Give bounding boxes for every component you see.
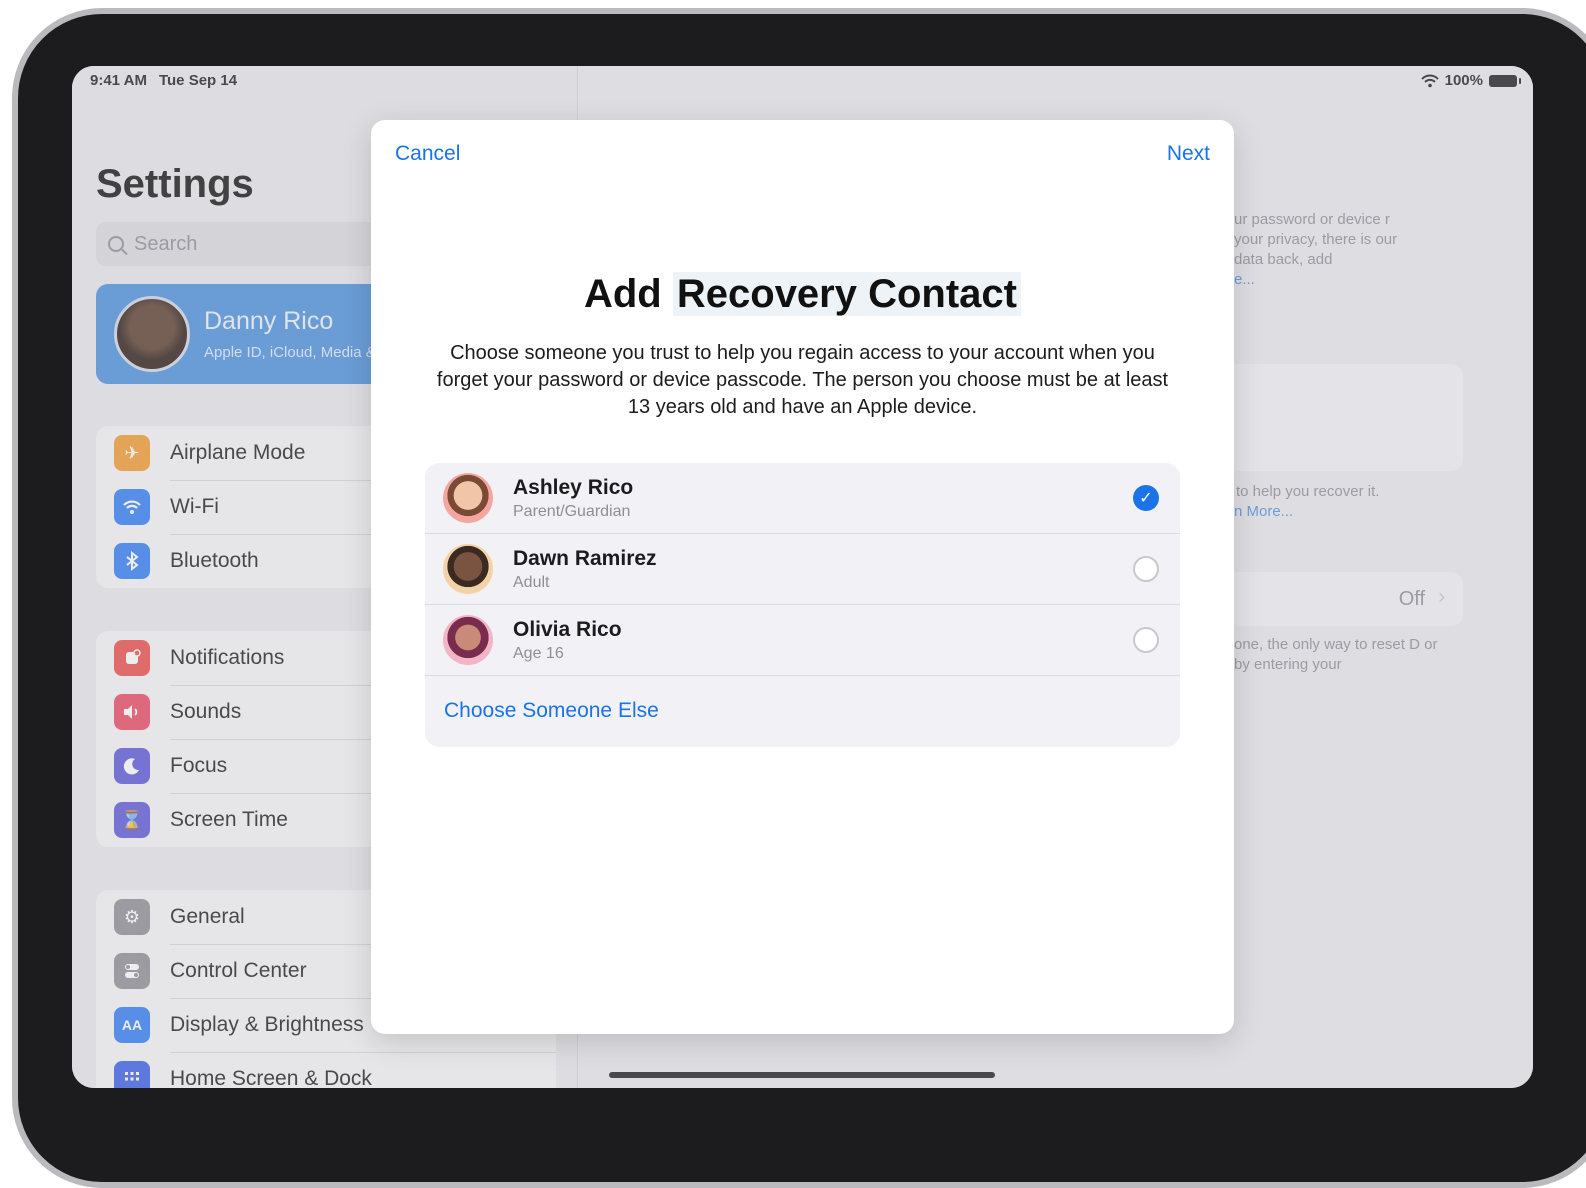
radio-unselected-icon[interactable] <box>1133 627 1159 653</box>
contact-name: Ashley Rico <box>513 475 634 499</box>
cancel-button[interactable]: Cancel <box>395 142 460 166</box>
add-recovery-contact-sheet: Cancel Next Add Recovery Contact Choose … <box>371 120 1234 1034</box>
contact-row[interactable]: Olivia Rico Age 16 <box>425 605 1180 676</box>
avatar <box>443 473 493 523</box>
contact-name: Dawn Ramirez <box>513 546 657 570</box>
contact-relation: Adult <box>513 573 550 591</box>
checkmark-selected-icon[interactable]: ✓ <box>1133 485 1159 511</box>
contact-list: Ashley Rico Parent/Guardian ✓ Dawn Ramir… <box>425 463 1180 747</box>
avatar <box>443 544 493 594</box>
contact-row[interactable]: Dawn Ramirez Adult <box>425 534 1180 605</box>
contact-relation: Parent/Guardian <box>513 502 631 520</box>
contact-relation: Age 16 <box>513 644 564 662</box>
modal-title-part1: Add <box>583 272 662 316</box>
modal-title: Add Recovery Contact <box>371 272 1234 317</box>
modal-title-part2: Recovery Contact <box>672 272 1021 316</box>
choose-someone-else-link[interactable]: Choose Someone Else <box>444 699 659 723</box>
contact-name: Olivia Rico <box>513 617 622 641</box>
contact-row[interactable]: Ashley Rico Parent/Guardian ✓ <box>425 463 1180 534</box>
next-button[interactable]: Next <box>1167 142 1210 166</box>
avatar <box>443 615 493 665</box>
radio-unselected-icon[interactable] <box>1133 556 1159 582</box>
modal-description: Choose someone you trust to help you reg… <box>436 342 1169 418</box>
